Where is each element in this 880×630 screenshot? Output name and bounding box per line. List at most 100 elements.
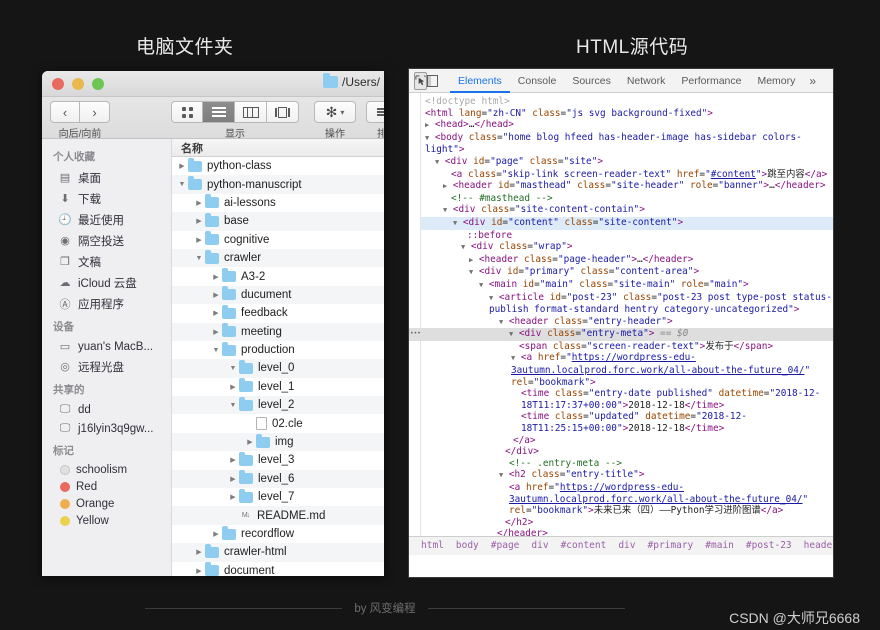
- tab-console[interactable]: Console: [510, 69, 565, 93]
- chevron-right-icon[interactable]: ▶: [244, 438, 256, 446]
- chevron-down-icon[interactable]: ▼: [227, 365, 239, 372]
- sidebar-item-[interactable]: ◎ 远程光盘: [42, 356, 171, 377]
- chevron-right-icon[interactable]: ▶: [193, 236, 205, 244]
- chevron-right-icon[interactable]: ▶: [227, 475, 239, 483]
- chevron-right-icon[interactable]: ▶: [227, 383, 239, 391]
- table-row[interactable]: ▶ cognitive: [172, 231, 384, 249]
- table-row[interactable]: ▶ ai-lessons: [172, 194, 384, 212]
- more-tabs-icon[interactable]: »: [803, 74, 822, 88]
- table-row[interactable]: ▶ A3-2: [172, 267, 384, 285]
- table-row[interactable]: ▶ crawler-html: [172, 543, 384, 562]
- device-toolbar-icon[interactable]: [427, 72, 438, 90]
- sidebar-item-orange[interactable]: Orange: [42, 495, 171, 512]
- dom-line[interactable]: <span class="screen-reader-text">发布于</sp…: [409, 341, 833, 353]
- dom-line[interactable]: </div>: [409, 446, 833, 458]
- table-row[interactable]: ▶ document: [172, 562, 384, 576]
- sidebar-item-dd[interactable]: 🖵 dd: [42, 400, 171, 419]
- dom-line[interactable]: ▼ <div class="wrap">: [409, 241, 833, 254]
- breadcrumb-item[interactable]: div: [525, 540, 554, 552]
- chevron-right-icon[interactable]: ▶: [210, 309, 222, 317]
- tab-performance[interactable]: Performance: [673, 69, 749, 93]
- view-icon-button[interactable]: [171, 101, 203, 123]
- table-row[interactable]: ▼ level_0: [172, 359, 384, 378]
- breadcrumb-item[interactable]: body: [450, 540, 485, 552]
- dom-line[interactable]: ▼ <article id="post-23" class="post-23 p…: [409, 292, 833, 316]
- sidebar-item-yellow[interactable]: Yellow: [42, 512, 171, 529]
- dom-line[interactable]: ▼ <a href="https://wordpress-edu-3autumn…: [409, 352, 833, 388]
- chevron-right-icon[interactable]: ▶: [193, 548, 205, 556]
- close-button[interactable]: [52, 77, 64, 90]
- table-row[interactable]: ▶ img: [172, 432, 384, 452]
- dom-line[interactable]: ▼ <main id="main" class="site-main" role…: [409, 279, 833, 292]
- breadcrumb-item[interactable]: #main: [699, 540, 740, 552]
- minimize-button[interactable]: [72, 77, 84, 90]
- sidebar-item-icloud[interactable]: ☁ iCloud 云盘: [42, 272, 171, 293]
- dom-line[interactable]: <!-- .entry-meta -->: [409, 458, 833, 470]
- sidebar-item-[interactable]: ◉ 隔空投送: [42, 230, 171, 251]
- tab-network[interactable]: Network: [619, 69, 674, 93]
- sidebar-item-j16lyin3q9gw[interactable]: 🖵 j16lyin3q9gw...: [42, 419, 171, 438]
- breadcrumb-item[interactable]: #content: [555, 540, 613, 552]
- table-row[interactable]: ▶ base: [172, 212, 384, 231]
- chevron-right-icon[interactable]: ▶: [227, 456, 239, 464]
- chevron-down-icon[interactable]: ▼: [227, 402, 239, 409]
- table-row[interactable]: 02.cle: [172, 414, 384, 432]
- dom-line[interactable]: <time class="entry-date published" datet…: [409, 388, 833, 411]
- breadcrumb-item[interactable]: #post-23: [740, 540, 798, 552]
- breadcrumb-item[interactable]: header: [798, 540, 833, 552]
- sidebar-item-[interactable]: ❐ 文稿: [42, 251, 171, 272]
- dom-line-selected[interactable]: ▼ <div class="entry-meta"> == $0: [409, 328, 833, 341]
- table-row[interactable]: ▶ ducument: [172, 285, 384, 305]
- breadcrumb-item[interactable]: #primary: [642, 540, 700, 552]
- table-row[interactable]: ▶ level_6: [172, 469, 384, 489]
- dom-line[interactable]: ▶ <header class="page-header">…</header>: [409, 254, 833, 267]
- tab-elements[interactable]: Elements: [450, 69, 510, 93]
- view-list-button[interactable]: [203, 101, 235, 123]
- breadcrumb-item[interactable]: #page: [485, 540, 526, 552]
- chevron-right-icon[interactable]: ▶: [193, 217, 205, 225]
- dom-line[interactable]: ▼ <header class="entry-header">: [409, 316, 833, 329]
- chevron-down-icon[interactable]: ▼: [193, 255, 205, 262]
- dom-line[interactable]: ▼ <div id="primary" class="content-area"…: [409, 266, 833, 279]
- maximize-button[interactable]: [92, 77, 104, 90]
- dom-line[interactable]: ▼ <h2 class="entry-title">: [409, 469, 833, 482]
- sidebar-item-yuan-s-macb[interactable]: ▭ yuan's MacB...: [42, 337, 171, 356]
- view-column-button[interactable]: [235, 101, 267, 123]
- arrange-button[interactable]: ▾: [366, 101, 384, 123]
- chevron-right-icon[interactable]: ▶: [193, 199, 205, 207]
- dom-line[interactable]: <time class="updated" datetime="2018-12-…: [409, 411, 833, 434]
- table-row[interactable]: ▶ level_7: [172, 488, 384, 506]
- dom-line[interactable]: <!-- #masthead -->: [409, 193, 833, 205]
- tab-memory[interactable]: Memory: [749, 69, 803, 93]
- table-row[interactable]: ▶ meeting: [172, 322, 384, 341]
- dom-line[interactable]: ▶ <head>…</head>: [409, 119, 833, 132]
- sidebar-item-schoolism[interactable]: schoolism: [42, 461, 171, 478]
- dom-line[interactable]: ▼ <div id="page" class="site">: [409, 156, 833, 169]
- dom-line[interactable]: <html lang="zh-CN" class="js svg backgro…: [409, 108, 833, 120]
- dom-line[interactable]: ▼ <div class="site-content-contain">: [409, 204, 833, 217]
- table-row[interactable]: ▶ level_3: [172, 451, 384, 469]
- chevron-right-icon[interactable]: ▶: [176, 162, 188, 170]
- table-row[interactable]: ▼ crawler: [172, 248, 384, 268]
- table-row[interactable]: ▶ recordflow: [172, 525, 384, 543]
- back-button[interactable]: ‹: [50, 101, 80, 123]
- forward-button[interactable]: ›: [80, 101, 110, 123]
- dom-line[interactable]: ::before: [409, 230, 833, 242]
- dom-breadcrumbs[interactable]: html body #page div #content div #primary #main…: [409, 536, 833, 555]
- chevron-right-icon[interactable]: ▶: [210, 273, 222, 281]
- inspect-cursor-icon[interactable]: [414, 71, 427, 90]
- dom-line[interactable]: ▼ <body class="home blog hfeed has-heade…: [409, 132, 833, 156]
- chevron-right-icon[interactable]: ▶: [193, 567, 205, 575]
- sidebar-item-[interactable]: ▤ 桌面: [42, 167, 171, 188]
- breadcrumb-item[interactable]: div: [612, 540, 641, 552]
- dom-line[interactable]: </a>: [409, 435, 833, 447]
- chevron-down-icon[interactable]: ▼: [176, 181, 188, 188]
- tab-sources[interactable]: Sources: [564, 69, 619, 93]
- finder-sidebar[interactable]: 个人收藏 ▤ 桌面 ⬇ 下载 🕘 最近使用 ◉ 隔空投送 ❐ 文稿 ☁ iCloud 云盘 Ⓐ 应用程序 设备…: [42, 139, 172, 576]
- sidebar-item-red[interactable]: Red: [42, 478, 171, 495]
- sidebar-item-[interactable]: ⬇ 下载: [42, 188, 171, 209]
- table-row[interactable]: ▼ production: [172, 341, 384, 359]
- table-row[interactable]: ▶ level_1: [172, 378, 384, 396]
- dom-tree[interactable]: <!doctype html> <html lang="zh-CN" class…: [409, 93, 833, 555]
- dom-line[interactable]: <a class="skip-link screen-reader-text" …: [409, 169, 833, 181]
